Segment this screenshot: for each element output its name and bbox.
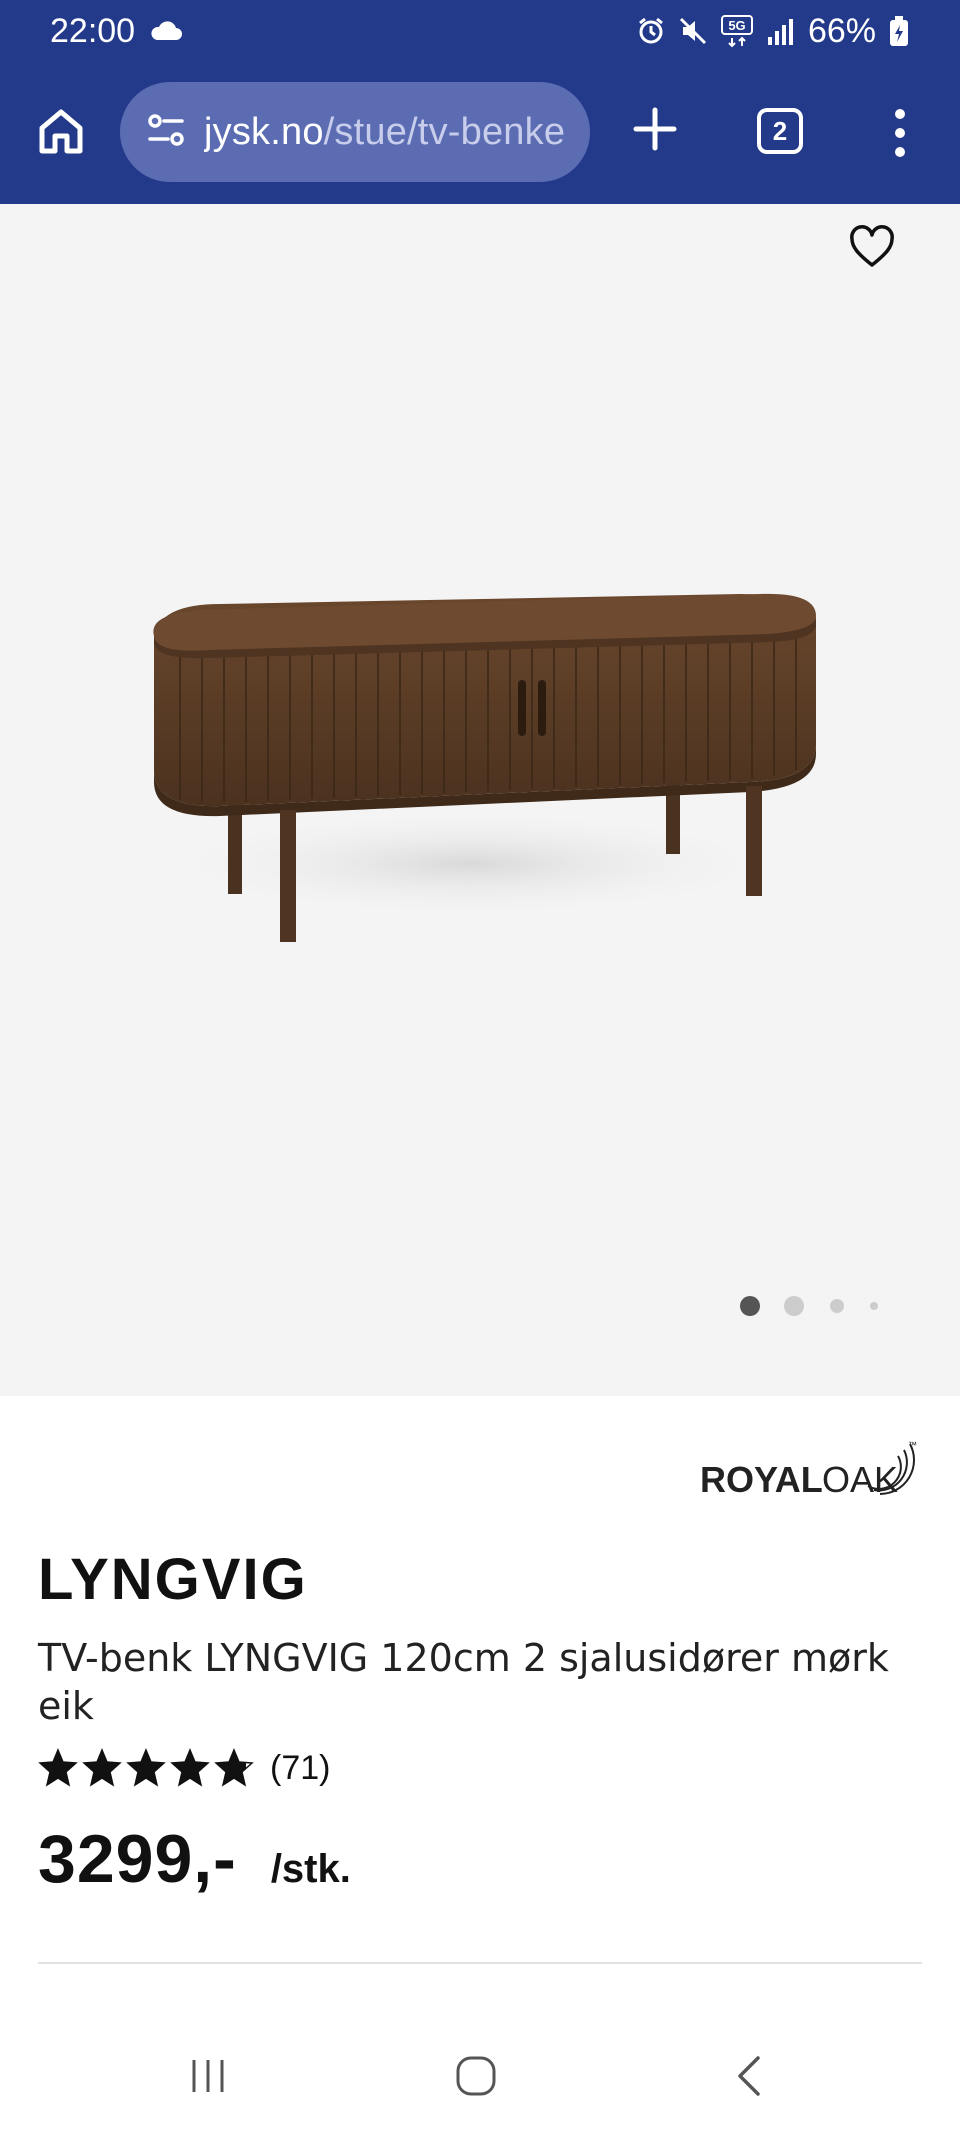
tab-count: 2 — [772, 115, 788, 146]
5g-icon: 5G — [720, 14, 754, 48]
product-rating[interactable]: (71) — [38, 1748, 330, 1788]
star-icon — [82, 1748, 122, 1787]
product-description: TV-benk LYNGVIG 120cm 2 sjalusidører mør… — [38, 1636, 889, 1728]
product-price: 3299,- — [38, 1821, 237, 1897]
carousel-dots[interactable] — [740, 1296, 878, 1316]
site-settings-icon[interactable] — [146, 112, 186, 153]
favorite-button[interactable] — [848, 224, 896, 272]
heart-icon — [850, 225, 894, 267]
svg-text:5G: 5G — [728, 18, 745, 33]
home-icon — [39, 109, 83, 154]
browser-toolbar: jysk.no/stue/tv-benker 2 — [0, 62, 960, 204]
home-button[interactable] — [454, 2054, 498, 2103]
product-title: LYNGVIG — [38, 1547, 308, 1612]
recent-apps-icon — [192, 2060, 224, 2092]
svg-text:ROYAL: ROYAL — [700, 1459, 823, 1500]
svg-text:™: ™ — [908, 1440, 917, 1450]
url-text[interactable]: jysk.no/stue/tv-benker — [204, 111, 566, 154]
recent-apps-button[interactable] — [186, 2054, 230, 2103]
plus-icon — [633, 107, 677, 151]
back-icon — [738, 2056, 760, 2096]
browser-menu-button[interactable] — [880, 106, 920, 160]
status-bar: 22:00 5G 66% — [0, 0, 960, 62]
carousel-dot-active[interactable] — [740, 1296, 760, 1316]
star-icon — [214, 1748, 254, 1787]
battery-percent: 66% — [807, 11, 876, 50]
carousel-dot[interactable] — [784, 1296, 804, 1316]
browser-home-button[interactable] — [34, 104, 88, 158]
product-image — [150, 593, 817, 942]
alarm-icon — [636, 16, 666, 46]
star-icon — [38, 1748, 78, 1787]
carousel-dot[interactable] — [830, 1299, 844, 1313]
url-path: /stue/tv-benker — [323, 110, 566, 153]
url-host: jysk.no — [204, 110, 324, 153]
system-navigation-bar — [0, 2040, 960, 2120]
product-image-gallery[interactable] — [0, 204, 960, 1396]
home-circle-icon — [456, 2056, 496, 2096]
brand-logo: ROYAL OAK ™ — [700, 1436, 922, 1511]
more-vertical-icon — [895, 109, 905, 157]
mute-icon — [678, 16, 708, 46]
cloud-icon — [149, 20, 183, 42]
tab-switcher-button[interactable]: 2 — [757, 108, 803, 154]
rating-count[interactable]: (71) — [270, 1749, 330, 1788]
status-right: 5G 66% — [636, 12, 910, 51]
divider — [38, 1962, 922, 1964]
price-row: 3299,- /stk. — [38, 1820, 351, 1898]
star-icon — [126, 1748, 166, 1787]
address-bar[interactable]: jysk.no/stue/tv-benker — [120, 82, 590, 182]
status-left: 22:00 — [50, 12, 183, 51]
new-tab-button[interactable] — [630, 104, 680, 154]
rating-stars — [38, 1748, 254, 1788]
battery-icon — [888, 15, 910, 47]
carousel-dot[interactable] — [870, 1302, 878, 1310]
signal-icon — [766, 17, 796, 45]
status-time: 22:00 — [50, 11, 136, 50]
price-unit: /stk. — [270, 1847, 351, 1891]
back-button[interactable] — [728, 2054, 772, 2103]
star-icon — [170, 1748, 210, 1787]
